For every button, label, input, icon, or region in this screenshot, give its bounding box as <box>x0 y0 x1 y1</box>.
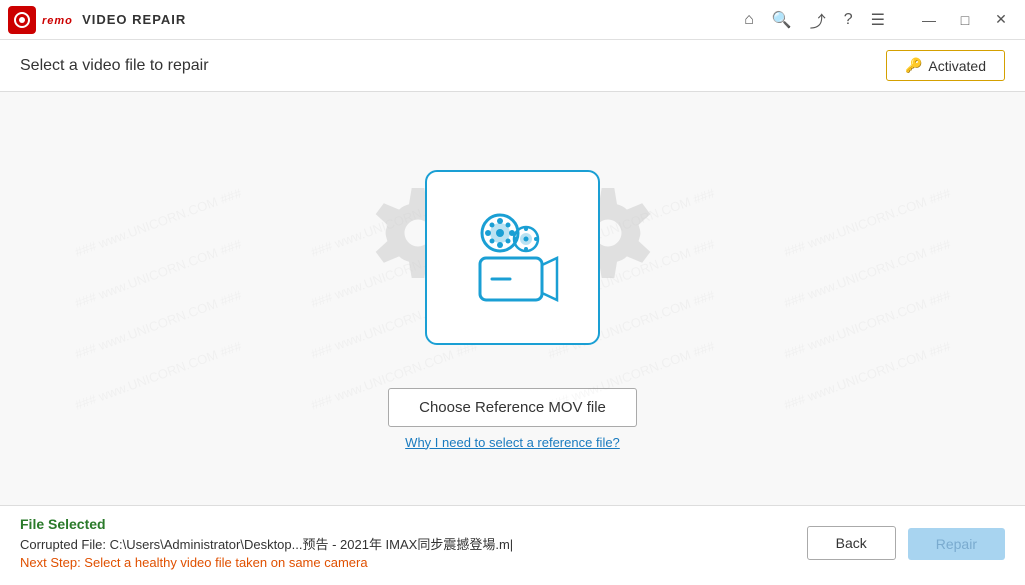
page-subtitle: Select a video file to repair <box>20 57 209 75</box>
footer-bar: File Selected Corrupted File: C:\Users\A… <box>0 505 1025 585</box>
window-controls: — □ ✕ <box>913 4 1017 36</box>
activated-label: Activated <box>928 58 986 74</box>
share-icon[interactable]: ⤴ <box>810 8 826 32</box>
action-area: Choose Reference MOV file Why I need to … <box>388 388 637 450</box>
title-bar-icons: ⌂ 🔍 ⤴ ? ☰ — □ ✕ <box>744 4 1017 36</box>
file-info: File Selected Corrupted File: C:\Users\A… <box>20 516 807 570</box>
file-selected-label: File Selected <box>20 516 807 532</box>
repair-button: Repair <box>908 528 1005 560</box>
logo-icon <box>8 6 36 34</box>
main-content: ### www.UNICORN.COM ### ### www.UNICORN.… <box>0 92 1025 505</box>
back-button[interactable]: Back <box>807 526 896 560</box>
minimize-button[interactable]: — <box>913 4 945 36</box>
close-button[interactable]: ✕ <box>985 4 1017 36</box>
logo-text: remo <box>42 15 73 27</box>
repair-blue-box <box>425 170 600 345</box>
footer-buttons: Back Repair <box>807 526 1005 560</box>
app-logo: remo VIDEO REPAIR <box>8 6 186 34</box>
repair-icon-area <box>363 148 663 368</box>
next-step-text: Next Step: Select a healthy video file t… <box>20 555 807 570</box>
header-bar: Select a video file to repair 🔑 Activate… <box>0 40 1025 92</box>
why-reference-link[interactable]: Why I need to select a reference file? <box>405 435 620 450</box>
app-title: remo VIDEO REPAIR <box>42 11 186 28</box>
corrupted-file-text: Corrupted File: C:\Users\Administrator\D… <box>20 534 807 553</box>
title-bar-left: remo VIDEO REPAIR <box>8 6 186 34</box>
key-icon: 🔑 <box>905 57 922 74</box>
home-icon[interactable]: ⌂ <box>744 11 754 29</box>
choose-reference-button[interactable]: Choose Reference MOV file <box>388 388 637 427</box>
help-icon[interactable]: ? <box>844 11 853 29</box>
activated-button[interactable]: 🔑 Activated <box>886 50 1005 81</box>
title-bar: remo VIDEO REPAIR ⌂ 🔍 ⤴ ? ☰ — □ ✕ <box>0 0 1025 40</box>
video-camera-icon <box>458 203 568 313</box>
maximize-button[interactable]: □ <box>949 4 981 36</box>
search-icon[interactable]: 🔍 <box>772 10 792 30</box>
footer-row: File Selected Corrupted File: C:\Users\A… <box>20 516 1005 570</box>
menu-icon[interactable]: ☰ <box>871 10 885 30</box>
app-subtitle: VIDEO REPAIR <box>82 12 186 27</box>
